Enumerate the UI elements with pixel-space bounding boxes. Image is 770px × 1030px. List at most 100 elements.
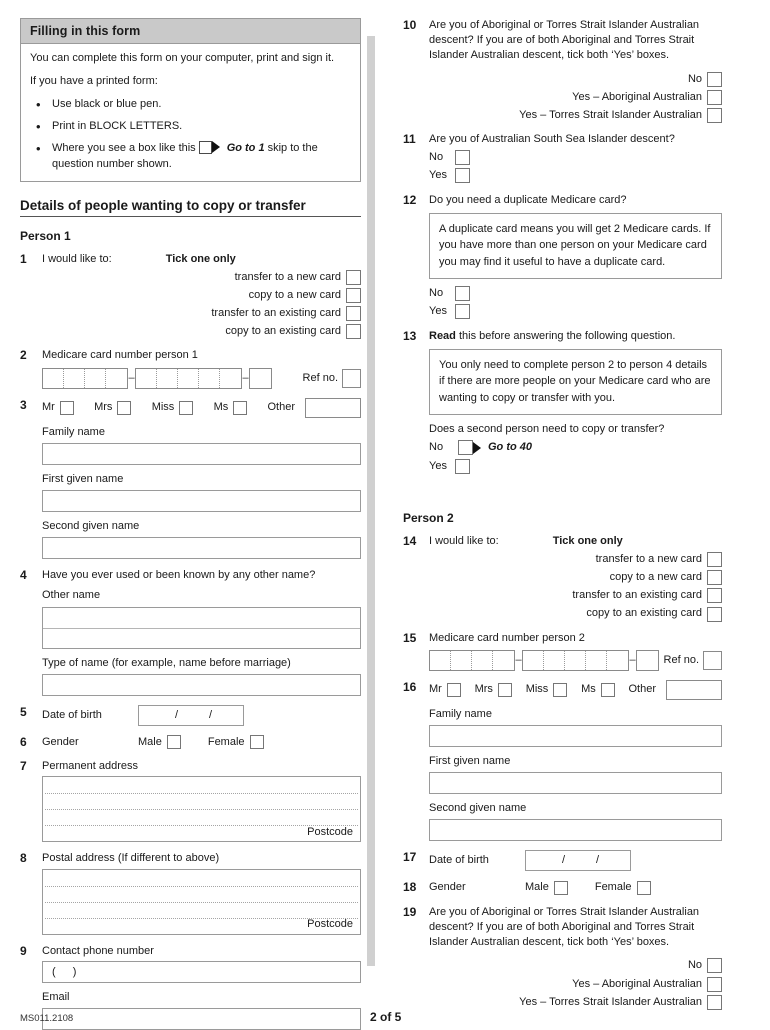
q13-no-row: No Go to 40 (429, 440, 722, 456)
medicare-check-digit[interactable] (249, 367, 272, 389)
question-1-number: 1 (20, 251, 27, 266)
title-other-input[interactable] (666, 679, 723, 700)
q12-checkbox-no[interactable] (455, 286, 470, 302)
permanent-address-input[interactable]: Postcode (42, 776, 361, 843)
date-of-birth-label: Date of birth (429, 854, 489, 867)
medicare-cell[interactable] (607, 651, 628, 670)
q13-checkbox-no[interactable] (458, 440, 473, 456)
medicare-dash: – (629, 653, 636, 666)
q10-checkbox-yes-aboriginal[interactable] (707, 89, 722, 105)
q1-checkbox-copy-existing-card[interactable] (346, 324, 361, 340)
q14-checkbox-transfer-existing-card[interactable] (707, 588, 722, 604)
medicare-cell[interactable] (106, 369, 127, 388)
question-12: 12 Do you need a duplicate Medicare card… (403, 193, 722, 320)
medicare-cell[interactable] (565, 650, 586, 670)
q19-checkbox-no[interactable] (707, 958, 722, 974)
medicare-cell[interactable] (178, 368, 199, 388)
title-checkbox-ms[interactable] (233, 400, 248, 415)
medicare-cell[interactable] (523, 650, 544, 670)
q19-option-row: Yes – Torres Strait Islander Australian (429, 994, 722, 1010)
title-checkbox-mr[interactable] (59, 400, 74, 415)
family-name-input[interactable] (42, 442, 361, 465)
address-rule (45, 901, 358, 903)
medicare-cell[interactable] (136, 368, 157, 388)
question-2-text: Medicare card number person 1 (42, 349, 198, 362)
second-given-name-input[interactable] (42, 537, 361, 560)
medicare-cell[interactable] (544, 650, 565, 670)
question-7: 7 Permanent address Postcode (20, 759, 361, 843)
q19-checkbox-yes-aboriginal[interactable] (707, 976, 722, 992)
q12-checkbox-yes[interactable] (455, 304, 470, 320)
title-checkbox-miss[interactable] (553, 682, 568, 697)
medicare-cell[interactable] (43, 368, 64, 388)
q11-checkbox-yes[interactable] (455, 168, 470, 184)
q1-checkbox-transfer-new-card[interactable] (346, 269, 361, 285)
postal-address-input[interactable]: Postcode (42, 868, 361, 935)
q11-checkbox-no[interactable] (455, 150, 470, 166)
medicare-cell[interactable] (85, 368, 106, 388)
q13-goto-group[interactable] (458, 440, 481, 456)
q1-checkbox-copy-new-card[interactable] (346, 288, 361, 304)
info-box-title: Filling in this form (21, 19, 360, 44)
medicare-cell[interactable] (586, 650, 607, 670)
q19-checkbox-yes-torres-strait[interactable] (707, 994, 722, 1010)
type-of-name-input[interactable] (42, 673, 361, 696)
info-bullet-list: Use black or blue pen. Print in BLOCK LE… (30, 96, 351, 173)
medicare-cell[interactable] (220, 369, 241, 388)
gender-checkbox-female[interactable] (636, 880, 651, 895)
question-18: 18 Gender Male Female (403, 880, 722, 896)
q14-checkbox-transfer-new-card[interactable] (707, 552, 722, 567)
family-name-input[interactable] (429, 724, 722, 747)
title-label-other: Other (267, 401, 296, 414)
page-number: 2 of 5 (370, 1010, 402, 1024)
medicare-cell[interactable] (451, 650, 472, 670)
q14-option-row: copy to a new card (429, 570, 722, 586)
title-checkbox-mrs[interactable] (497, 682, 512, 697)
gender-checkbox-male[interactable] (553, 880, 568, 895)
q10-checkbox-yes-torres-strait[interactable] (707, 107, 722, 123)
duplicate-card-note: A duplicate card means you will get 2 Me… (429, 212, 722, 280)
info-intro-text: You can complete this form on your compu… (30, 52, 335, 64)
title-checkbox-ms[interactable] (600, 682, 615, 697)
medicare-cell[interactable] (64, 368, 85, 388)
medicare-group-1[interactable] (42, 367, 128, 389)
other-name-input[interactable] (42, 606, 361, 649)
title-checkbox-mrs[interactable] (117, 400, 132, 415)
email-input[interactable] (42, 1007, 361, 1030)
q10-checkbox-no[interactable] (707, 71, 722, 87)
title-checkbox-mr[interactable] (446, 682, 461, 697)
gender-checkbox-female[interactable] (249, 735, 264, 750)
first-given-name-input[interactable] (42, 490, 361, 512)
title-checkbox-miss[interactable] (179, 400, 194, 415)
question-8-number: 8 (20, 851, 27, 866)
first-given-name-label: First given name (429, 754, 511, 767)
medicare-cell[interactable] (430, 650, 451, 670)
medicare-cell[interactable] (157, 368, 178, 388)
medicare-group-2[interactable] (135, 367, 242, 389)
dob-slash-2: / (209, 708, 213, 721)
first-given-name-input[interactable] (429, 772, 722, 795)
gender-checkbox-male[interactable] (166, 735, 181, 750)
medicare-cell[interactable] (472, 650, 493, 670)
list-item: Print in BLOCK LETTERS. (30, 118, 351, 137)
q13-checkbox-yes[interactable] (455, 458, 470, 474)
ref-no-input[interactable] (342, 368, 361, 388)
second-given-name-input[interactable] (429, 819, 722, 842)
question-8-text: Postal address (If different to above) (42, 852, 220, 865)
medicare-group-1[interactable] (429, 649, 515, 671)
person-1-heading: Person 1 (20, 228, 71, 243)
question-14-number: 14 (403, 533, 417, 548)
date-of-birth-input[interactable]: / / (138, 704, 244, 726)
medicare-cell[interactable] (493, 651, 514, 670)
ref-no-input[interactable] (703, 650, 722, 670)
question-18-number: 18 (403, 880, 417, 895)
q14-checkbox-copy-new-card[interactable] (707, 570, 722, 586)
title-other-input[interactable] (305, 397, 362, 418)
date-of-birth-input[interactable]: / / (525, 850, 631, 872)
medicare-group-2[interactable] (522, 649, 629, 671)
medicare-check-digit[interactable] (636, 649, 659, 671)
q14-checkbox-copy-existing-card[interactable] (707, 606, 722, 622)
contact-phone-input[interactable]: ( ) (42, 960, 361, 983)
medicare-cell[interactable] (199, 368, 220, 388)
q1-checkbox-transfer-existing-card[interactable] (346, 306, 361, 322)
